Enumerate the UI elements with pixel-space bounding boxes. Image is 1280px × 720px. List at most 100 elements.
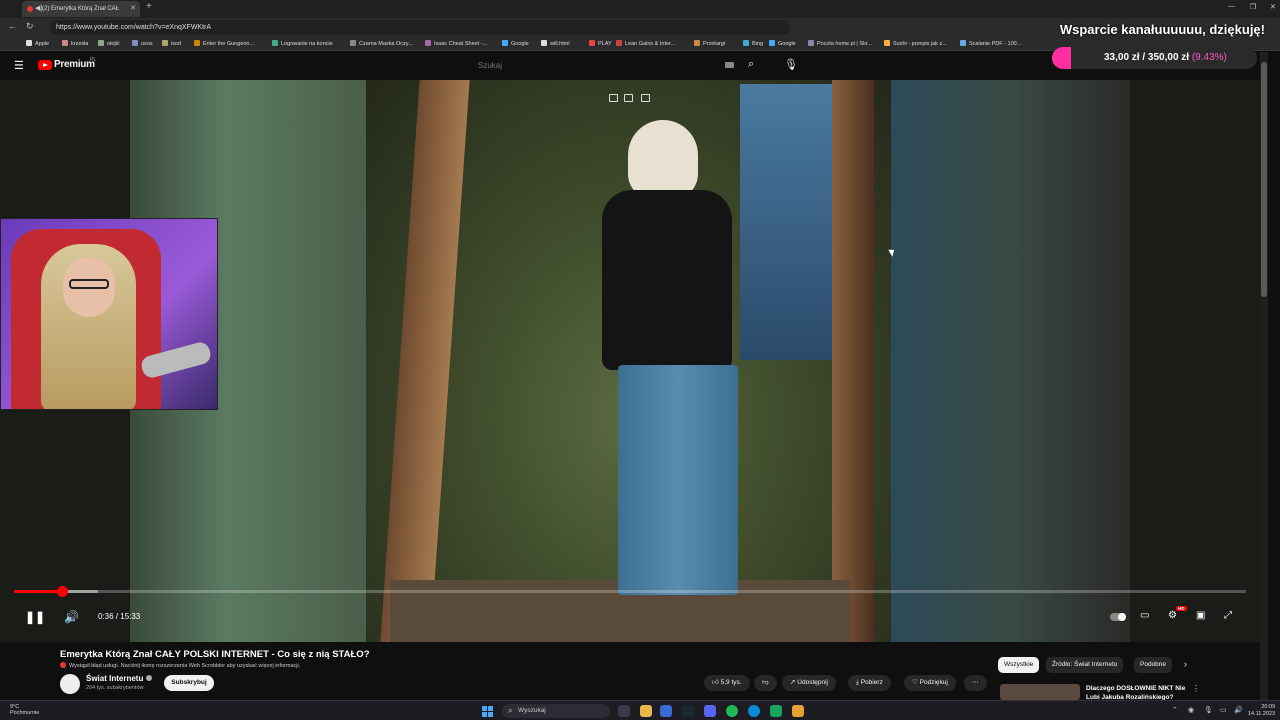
bookmark-item[interactable]: usos: [132, 40, 153, 47]
spotify-icon[interactable]: [726, 705, 738, 717]
channel-avatar[interactable]: [60, 674, 80, 694]
taskbar-clock[interactable]: 20:09 14.11.2023: [1248, 704, 1275, 718]
app-green-icon[interactable]: [770, 705, 782, 717]
search-input[interactable]: Szukaj: [470, 57, 740, 75]
back-icon[interactable]: ←: [8, 21, 17, 31]
bookmark-label: Scalanie PDF - 100...: [969, 41, 1022, 47]
thumbs-down-icon: 👎︎: [762, 679, 769, 686]
page-scrollbar[interactable]: [1260, 52, 1268, 700]
bookmark-item[interactable]: Bing: [743, 40, 763, 47]
search-icon[interactable]: ⌕: [748, 58, 754, 71]
volume-icon[interactable]: 🔊: [64, 610, 79, 624]
overlay-icon-1[interactable]: [609, 94, 618, 102]
bookmark-item[interactable]: Scalanie PDF - 100...: [960, 40, 1021, 47]
bookmark-item[interactable]: Logowanie na koncie: [272, 40, 333, 47]
bookmark-favicon-icon: [616, 40, 622, 46]
clock-date: 14.11.2023: [1248, 711, 1276, 717]
bookmark-label: Enter the Gungeon...: [203, 41, 255, 47]
bookmark-label: olejki: [107, 41, 120, 47]
progress-bar[interactable]: [14, 586, 1246, 597]
tray-chevron-icon[interactable]: ⌃: [1172, 706, 1178, 714]
share-button[interactable]: ↗ Udostępnij: [782, 675, 836, 691]
thumbs-up-icon: 👍︎: [712, 679, 721, 686]
bookmark-item[interactable]: Apple: [26, 40, 49, 47]
microphone-icon[interactable]: 🎙: [784, 58, 798, 71]
download-button[interactable]: ⤓ Pobierz: [848, 675, 891, 691]
new-tab-icon[interactable]: +: [146, 1, 152, 12]
app-orange-icon[interactable]: [792, 705, 804, 717]
recommendation-menu-icon[interactable]: ⋮: [1192, 684, 1200, 693]
subscribe-button[interactable]: Subskrybuj: [164, 675, 214, 691]
speaker-icon[interactable]: ◀): [35, 1, 43, 17]
bookmark-item[interactable]: isod: [162, 40, 181, 47]
recommendation-thumbnail[interactable]: [1000, 684, 1080, 700]
bookmark-label: Logowanie na koncie: [281, 41, 333, 47]
url-field[interactable]: https://www.youtube.com/watch?v=eXnqXFWK…: [50, 20, 790, 35]
video-title: Emerytka Którą Znał CAŁY POLSKI INTERNET…: [60, 649, 370, 660]
autoplay-toggle[interactable]: [1110, 613, 1126, 621]
network-icon[interactable]: ▭: [1220, 706, 1227, 714]
bookmark-item[interactable]: Sushi - przepis jak z...: [884, 40, 947, 47]
chip-source[interactable]: Źródło: Świat Internetu: [1046, 657, 1124, 673]
steam-icon[interactable]: [682, 705, 694, 717]
subtitles-icon[interactable]: ▭: [1140, 610, 1152, 622]
volume-tray-icon[interactable]: 🔊: [1234, 706, 1243, 714]
tray-mic-icon[interactable]: 🎙: [1204, 706, 1213, 714]
calculator-icon[interactable]: [660, 705, 672, 717]
overlay-icon-3[interactable]: [641, 94, 650, 102]
chevron-right-icon[interactable]: ›: [1184, 659, 1187, 669]
person-jeans: [618, 365, 738, 595]
bookmark-favicon-icon: [743, 40, 749, 46]
bookmark-item[interactable]: Isaac Cheat Sheet -...: [425, 40, 487, 47]
edge-icon[interactable]: [748, 705, 760, 717]
task-view-icon[interactable]: [618, 705, 630, 717]
weather-widget[interactable]: 9°C Pochmurnie: [10, 704, 39, 716]
miniplayer-icon[interactable]: ▣: [1196, 610, 1208, 622]
bookmark-item[interactable]: Czarna Maska Oczy...: [350, 40, 413, 47]
bookmark-label: Isaac Cheat Sheet -...: [434, 41, 488, 47]
bookmark-item[interactable]: Google: [502, 40, 529, 47]
scrubber-handle[interactable]: [57, 586, 69, 597]
settings-icon[interactable]: ⚙: [1168, 610, 1180, 622]
overlay-icon-2[interactable]: [624, 94, 633, 102]
start-icon[interactable]: [482, 706, 493, 717]
minimize-icon[interactable]: —: [1228, 3, 1235, 10]
like-button[interactable]: 👍︎ 5,9 tys.: [704, 675, 750, 691]
taskbar-search[interactable]: Wyszukaj: [502, 704, 610, 718]
bookmark-item[interactable]: will.html: [541, 40, 570, 47]
browser-tab-active[interactable]: ◀) (2) Emerytka Którą Znał CAŁ ✕: [22, 1, 140, 17]
thanks-label: Podziękuj: [919, 679, 948, 686]
dislike-button[interactable]: 👎︎: [754, 675, 777, 691]
brand-label[interactable]: Premium: [54, 59, 95, 70]
bookmark-label: Przetargi: [703, 41, 726, 47]
bookmark-item[interactable]: PLAY: [589, 40, 612, 47]
discord-icon[interactable]: [704, 705, 716, 717]
bookmark-item[interactable]: krzesła: [62, 40, 88, 47]
tray-app-icon[interactable]: ◉: [1188, 706, 1194, 714]
played-bar: [14, 590, 63, 593]
bookmark-item[interactable]: Lean Gains & Inter...: [616, 40, 675, 47]
bookmark-item[interactable]: Poczta home.pl | Skr...: [808, 40, 872, 47]
pause-icon[interactable]: ❚❚: [25, 610, 45, 624]
file-explorer-icon[interactable]: [640, 705, 652, 717]
menu-icon[interactable]: ☰: [14, 59, 24, 72]
scrollbar-thumb[interactable]: [1261, 62, 1267, 297]
thanks-button[interactable]: ♡ Podziękuj: [904, 675, 956, 691]
channel-name[interactable]: Świat Internetu: [86, 674, 153, 683]
fullscreen-icon[interactable]: ⤢: [1224, 610, 1236, 622]
close-window-icon[interactable]: ✕: [1270, 3, 1276, 11]
bookmark-item[interactable]: Enter the Gungeon...: [194, 40, 254, 47]
bookmark-item[interactable]: Google: [769, 40, 796, 47]
photo-window: [740, 84, 832, 360]
close-tab-icon[interactable]: ✕: [130, 1, 136, 17]
bookmark-item[interactable]: Przetargi: [694, 40, 725, 47]
chip-all[interactable]: Wszystkie: [998, 657, 1040, 673]
bookmark-item[interactable]: olejki: [98, 40, 120, 47]
keyboard-icon[interactable]: [725, 62, 734, 68]
reload-icon[interactable]: ↻: [26, 21, 34, 32]
maximize-icon[interactable]: ❐: [1250, 3, 1256, 11]
more-actions-icon[interactable]: ⋯: [964, 675, 987, 691]
chip-similar[interactable]: Podobne: [1134, 657, 1173, 673]
youtube-logo-icon[interactable]: [38, 60, 52, 70]
recommendation-title[interactable]: Dlaczego DOSŁOWNIE NIKT Nie Lubi Jakuba …: [1086, 684, 1196, 700]
